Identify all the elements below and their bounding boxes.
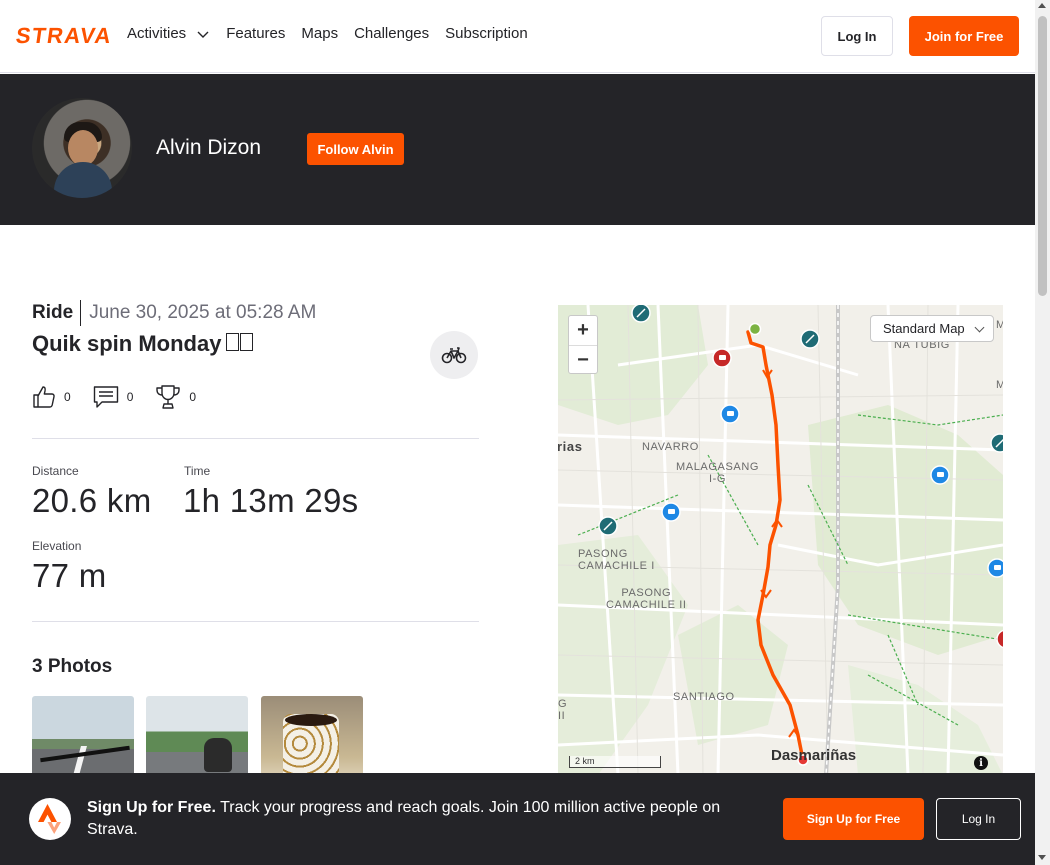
- signup-button[interactable]: Sign Up for Free: [783, 798, 924, 840]
- page-scrollbar[interactable]: [1035, 0, 1050, 865]
- map-label-malagasang: MALAGASANG I-G: [676, 461, 759, 485]
- nav-links: Activities Features Maps Challenges Subs…: [127, 25, 528, 42]
- map-label-navarro: NAVARRO: [642, 441, 699, 453]
- activity-meta: Ride June 30, 2025 at 05:28 AM: [32, 300, 316, 326]
- comments-action[interactable]: 0: [93, 385, 134, 409]
- strava-chevron-icon: [38, 804, 61, 834]
- map-canvas: [558, 305, 1003, 775]
- meta-divider: [80, 300, 82, 326]
- distance-label: Distance: [32, 464, 79, 478]
- top-navigation: STRAVA Activities Features Maps Challeng…: [0, 0, 1035, 73]
- map-label-line: I-G: [708, 473, 727, 485]
- map-label-line: MALAGASANG: [676, 461, 760, 473]
- strava-logo[interactable]: STRAVA: [14, 23, 115, 48]
- trophy-icon: [156, 385, 181, 409]
- photo-coffee: [285, 714, 337, 726]
- nav-activities-label: Activities: [127, 25, 187, 42]
- elevation-label: Elevation: [32, 539, 82, 553]
- comment-icon: [93, 386, 118, 408]
- zoom-controls: + −: [568, 315, 598, 374]
- nav-features[interactable]: Features: [226, 25, 285, 42]
- map-label-santiago: SANTIAGO: [673, 691, 735, 703]
- map-style-value: Standard Map: [883, 321, 965, 336]
- map-label-pasong-camachile-ii: PASONG CAMACHILE II: [606, 587, 687, 611]
- activity-title: Quik spin Monday: [32, 331, 254, 357]
- map-label-rias: rias: [558, 439, 583, 454]
- zoom-in-button[interactable]: +: [569, 316, 597, 345]
- signup-banner: Sign Up for Free. Track your progress an…: [0, 773, 1035, 865]
- kudos-count: 0: [64, 390, 71, 404]
- time-value: 1h 13m 29s: [183, 482, 359, 519]
- athlete-header: Alvin Dizon Follow Alvin: [0, 74, 1035, 225]
- nav-maps-label: Maps: [301, 25, 339, 42]
- section-divider: [32, 438, 479, 439]
- time-label: Time: [184, 464, 211, 478]
- athlete-avatar[interactable]: [32, 98, 132, 198]
- avatar-face: [68, 130, 98, 166]
- emoji-placeholder: [225, 331, 254, 357]
- login-button[interactable]: Log In: [821, 16, 893, 56]
- sport-type-badge: [430, 331, 478, 379]
- thumbs-up-icon: [33, 386, 55, 408]
- join-button[interactable]: Join for Free: [909, 16, 1019, 56]
- distance-value: 20.6 km: [32, 482, 152, 519]
- comments-count: 0: [126, 390, 134, 404]
- avatar-shirt: [54, 162, 112, 198]
- section-divider: [32, 621, 479, 622]
- follow-button[interactable]: Follow Alvin: [307, 133, 404, 165]
- map-label-edge: M: [996, 379, 1003, 391]
- map-label-g-ii: G II: [558, 698, 567, 722]
- chevron-down-icon: [974, 322, 985, 333]
- activity-map[interactable]: NA TUBIG MC M NAVARRO MALAGASANG I-G ria…: [558, 305, 1003, 775]
- nav-features-label: Features: [226, 25, 286, 42]
- nav-subscription[interactable]: Subscription: [445, 25, 528, 42]
- nav-challenges[interactable]: Challenges: [354, 25, 429, 42]
- map-label-line: CAMACHILE II: [606, 599, 687, 611]
- nav-maps[interactable]: Maps: [301, 25, 338, 42]
- activity-title-text: Quik spin Monday: [32, 331, 222, 356]
- photos-heading: 3 Photos: [32, 656, 113, 677]
- map-label-line: G: [558, 698, 568, 710]
- map-style-select[interactable]: Standard Map: [870, 315, 994, 342]
- achievements-action[interactable]: 0: [155, 384, 196, 410]
- info-icon[interactable]: i: [974, 756, 988, 770]
- map-label-pasong-camachile-i: PASONG CAMACHILE I: [578, 548, 655, 572]
- activity-date: June 30, 2025 at 05:28 AM: [89, 302, 317, 323]
- map-label-edge: MC: [996, 319, 1003, 331]
- photo-rider: [204, 738, 232, 772]
- bike-icon: [441, 347, 467, 364]
- map-label-line: II: [558, 710, 566, 722]
- strava-logo-icon: [29, 798, 71, 840]
- athlete-name[interactable]: Alvin Dizon: [156, 136, 261, 160]
- activity-type: Ride: [32, 302, 74, 323]
- kudos-action[interactable]: 0: [32, 385, 71, 409]
- scroll-up-arrow-icon[interactable]: [1038, 3, 1046, 8]
- social-actions: 0 0 0: [32, 384, 196, 410]
- map-label-dasmarinas: Dasmariñas: [771, 747, 857, 764]
- scrollbar-thumb[interactable]: [1038, 16, 1047, 296]
- elevation-value: 77 m: [32, 557, 107, 594]
- nav-activities[interactable]: Activities: [127, 25, 210, 42]
- map-label-line: PASONG: [621, 587, 672, 599]
- map-scale: 2 km: [569, 756, 661, 768]
- map-label-line: CAMACHILE I: [578, 560, 655, 572]
- map-label-line: PASONG: [578, 548, 628, 560]
- nav-challenges-label: Challenges: [354, 25, 430, 42]
- scroll-down-arrow-icon[interactable]: [1038, 855, 1046, 860]
- banner-login-button[interactable]: Log In: [936, 798, 1021, 840]
- achievements-count: 0: [189, 390, 197, 404]
- banner-message: Sign Up for Free. Track your progress an…: [87, 797, 757, 841]
- zoom-out-button[interactable]: −: [569, 345, 597, 374]
- strava-wordmark: STRAVA: [14, 23, 115, 48]
- nav-subscription-label: Subscription: [445, 25, 528, 42]
- chevron-down-icon: [197, 31, 209, 38]
- banner-headline: Sign Up for Free.: [87, 799, 216, 816]
